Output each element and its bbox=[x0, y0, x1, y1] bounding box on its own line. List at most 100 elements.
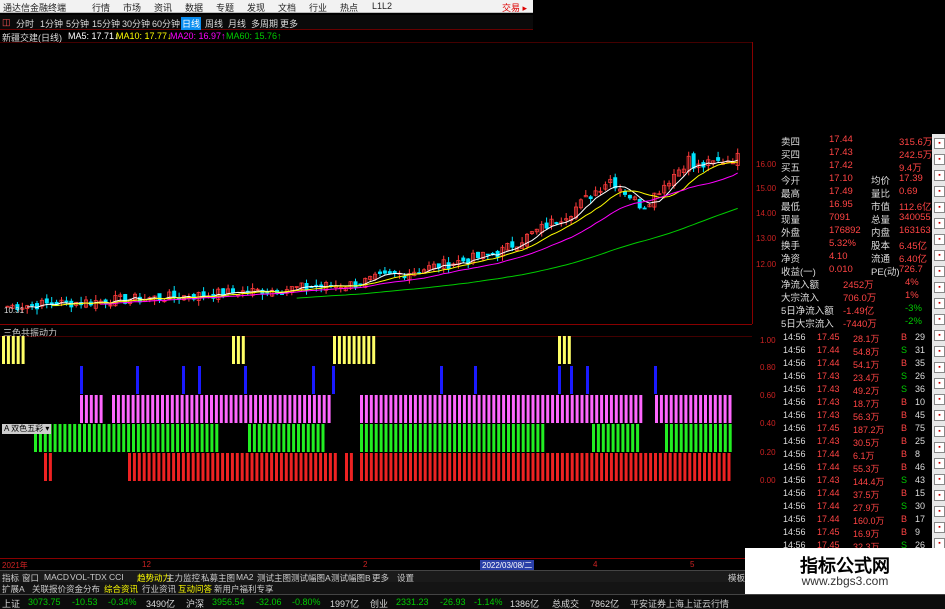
side-tool-icon[interactable]: ▪ bbox=[934, 202, 945, 213]
indicator-bar bbox=[236, 336, 240, 364]
side-tool-icon[interactable]: ▪ bbox=[934, 282, 945, 293]
indicator-bar bbox=[565, 453, 569, 481]
tick-v: 37.5万 bbox=[853, 490, 880, 500]
side-tool-icon[interactable]: ▪ bbox=[934, 506, 945, 517]
side-tool-icon[interactable]: ▪ bbox=[934, 330, 945, 341]
side-tool-icon[interactable]: ▪ bbox=[934, 314, 945, 325]
trade-button[interactable]: 交易 ▸ bbox=[502, 1, 527, 14]
draw-mode-label[interactable]: A 双色五彩 ▾ bbox=[2, 424, 52, 434]
indicator-tab[interactable]: MA2 bbox=[236, 572, 253, 582]
menu-item-news[interactable]: 资讯 bbox=[154, 1, 172, 14]
tick-row: 14:56 17.44 27.9万 S 30 bbox=[781, 501, 931, 514]
period-more[interactable]: 更多 bbox=[280, 17, 298, 30]
candle bbox=[113, 290, 118, 307]
indicator-bar bbox=[21, 336, 25, 364]
side-tool-icon[interactable]: ▪ bbox=[934, 170, 945, 181]
side-tool-icon[interactable]: ▪ bbox=[934, 186, 945, 197]
side-tool-icon[interactable]: ▪ bbox=[934, 138, 945, 149]
side-tool-icon[interactable]: ▪ bbox=[934, 298, 945, 309]
indicator-tab[interactable]: VOL-TDX bbox=[70, 572, 107, 582]
indicator-bar bbox=[87, 424, 91, 452]
tick-n: 9 bbox=[915, 527, 921, 537]
side-tool-icon[interactable]: ▪ bbox=[934, 522, 945, 533]
indicator-bar bbox=[112, 424, 116, 452]
side-tool-icon[interactable]: ▪ bbox=[934, 442, 945, 453]
indicator-bar bbox=[216, 453, 220, 481]
side-tool-icon[interactable]: ▪ bbox=[934, 154, 945, 165]
indicator-bar bbox=[482, 395, 486, 423]
period-3[interactable]: 5分钟 bbox=[66, 17, 89, 30]
indicator-tab[interactable]: MACD bbox=[44, 572, 69, 582]
side-tool-icon[interactable]: ▪ bbox=[934, 362, 945, 373]
indicator-bar bbox=[311, 424, 315, 452]
menu-item-l1l2[interactable]: L1L2 bbox=[372, 1, 392, 11]
side-tool-icon[interactable]: ▪ bbox=[934, 218, 945, 229]
side-tool-icon[interactable]: ▪ bbox=[934, 266, 945, 277]
tick-t: 14:56 bbox=[783, 384, 806, 394]
side-tool-icon[interactable]: ▪ bbox=[934, 410, 945, 421]
indicator-bar bbox=[679, 395, 683, 423]
period-monthly[interactable]: 月线 bbox=[228, 17, 246, 30]
indicator-bar bbox=[342, 336, 346, 364]
side-tool-icon[interactable]: ▪ bbox=[934, 378, 945, 389]
menu-item-docs[interactable]: 文档 bbox=[278, 1, 296, 14]
indicator-bar bbox=[83, 424, 86, 452]
indicator-bar bbox=[309, 453, 313, 481]
period-2[interactable]: 1分钟 bbox=[40, 17, 63, 30]
indicator-blue-bar bbox=[244, 366, 247, 394]
tick-p: 17.43 bbox=[817, 410, 840, 420]
tick-p: 17.43 bbox=[817, 384, 840, 394]
chart-type-icon[interactable]: ◫ bbox=[2, 17, 11, 28]
side-tool-icon[interactable]: ▪ bbox=[934, 458, 945, 469]
menu-item-data[interactable]: 数据 bbox=[185, 1, 203, 14]
menu-item-industry[interactable]: 行业 bbox=[309, 1, 327, 14]
side-tool-icon[interactable]: ▪ bbox=[934, 490, 945, 501]
quote-r: 163163 bbox=[899, 225, 931, 236]
quote-v: 16.95 bbox=[829, 199, 853, 210]
side-tool-icon[interactable]: ▪ bbox=[934, 426, 945, 437]
candle bbox=[544, 217, 549, 230]
indicator-bar bbox=[234, 395, 238, 423]
period-daily[interactable]: 日线 bbox=[181, 17, 202, 30]
indicator-tab[interactable]: CCI bbox=[109, 572, 124, 582]
period-1[interactable]: 分时 bbox=[16, 17, 34, 30]
side-tool-icon[interactable]: ▪ bbox=[934, 394, 945, 405]
indicator-bar bbox=[626, 424, 630, 452]
indicator-bar bbox=[521, 453, 525, 481]
indicator-bar bbox=[92, 424, 96, 452]
period-4[interactable]: 15分钟 bbox=[92, 17, 120, 30]
indicator-bar bbox=[507, 453, 510, 481]
indicator-bar bbox=[287, 424, 291, 452]
sh-pct: -0.34% bbox=[108, 597, 137, 607]
menu-item-hotspot[interactable]: 热点 bbox=[340, 1, 358, 14]
indicator-bar bbox=[308, 395, 311, 423]
period-weekly[interactable]: 周线 bbox=[205, 17, 223, 30]
indicator-bar bbox=[181, 453, 185, 481]
menu-item-topics[interactable]: 专题 bbox=[216, 1, 234, 14]
menu-item-quotes[interactable]: 行情 bbox=[92, 1, 110, 14]
tick-v: 144.4万 bbox=[853, 477, 885, 487]
kline-chart[interactable] bbox=[0, 41, 753, 324]
indicator-bar bbox=[221, 453, 225, 481]
side-tool-icon[interactable]: ▪ bbox=[934, 346, 945, 357]
candle bbox=[593, 186, 598, 197]
indicator-bar bbox=[268, 395, 272, 423]
indicator-bar bbox=[605, 395, 608, 423]
indicator-bar bbox=[186, 453, 190, 481]
quote-v: 4.10 bbox=[829, 251, 848, 262]
side-tool-icon[interactable]: ▪ bbox=[934, 234, 945, 245]
indicator-bar bbox=[399, 395, 403, 423]
side-tool-icon[interactable]: ▪ bbox=[934, 474, 945, 485]
menu-item-market[interactable]: 市场 bbox=[123, 1, 141, 14]
period-multi[interactable]: 多周期 bbox=[251, 17, 278, 30]
indicator-bar bbox=[200, 395, 204, 423]
period-5[interactable]: 30分钟 bbox=[122, 17, 150, 30]
indicator-chart[interactable] bbox=[0, 335, 752, 558]
period-6[interactable]: 60分钟 bbox=[152, 17, 180, 30]
menu-item-discover[interactable]: 发现 bbox=[247, 1, 265, 14]
sh-amount: 3490亿 bbox=[146, 599, 176, 609]
side-tool-icon[interactable]: ▪ bbox=[934, 250, 945, 261]
indicator-blue-bar bbox=[558, 366, 561, 394]
candle bbox=[172, 285, 177, 303]
tick-p: 17.43 bbox=[817, 475, 840, 485]
